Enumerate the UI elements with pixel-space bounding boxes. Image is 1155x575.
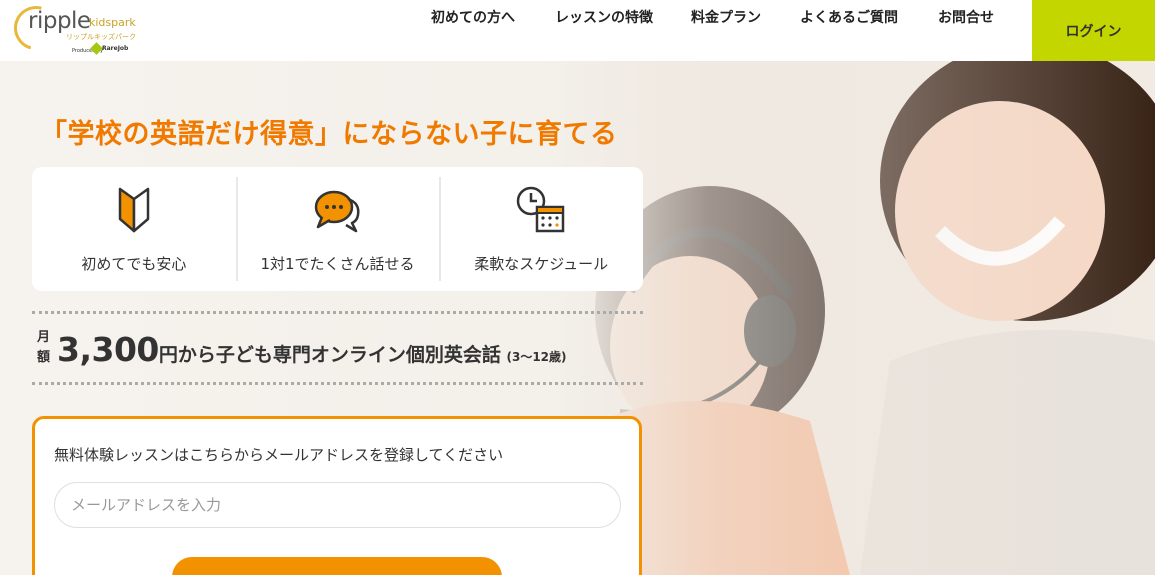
logo-main-text: ripple — [28, 8, 91, 34]
feature-cards: 初めてでも安心 1対1でたくさん話せる 柔軟なスケジュール — [32, 167, 643, 291]
price-age: (3〜12歳) — [506, 350, 567, 364]
feature-flexible-schedule: 柔軟なスケジュール — [439, 167, 643, 291]
price-line: 3,300円から子ども専門オンライン個別英会話 (3〜12歳) — [57, 330, 567, 369]
nav-lesson-features[interactable]: レッスンの特徴 — [555, 0, 655, 28]
feature-label: 柔軟なスケジュール — [474, 255, 609, 273]
feature-label: 初めてでも安心 — [81, 255, 187, 273]
price-amount: 3,300 — [57, 330, 159, 369]
beginner-mark-icon — [118, 187, 150, 233]
ripple-kidspark-logo[interactable]: ripple kidspark リップルキッズパーク Produced by R… — [5, 0, 142, 59]
form-title: 無料体験レッスンはこちらからメールアドレスを登録してください — [54, 446, 504, 464]
login-button[interactable]: ログイン — [1032, 0, 1155, 61]
site-header: ripple kidspark リップルキッズパーク Produced by R… — [0, 0, 1155, 61]
feature-one-on-one: 1対1でたくさん話せる — [235, 167, 440, 291]
nav-faq[interactable]: よくあるご質問 — [800, 0, 900, 28]
logo-kana-text: リップルキッズパーク — [66, 33, 136, 41]
feature-beginner: 初めてでも安心 — [32, 167, 236, 291]
hero-photo — [560, 61, 1155, 575]
logo-sub-text: kidspark — [89, 16, 136, 29]
logo-company: RareJob — [102, 45, 129, 52]
nav-pricing[interactable]: 料金プラン — [691, 0, 761, 28]
email-field[interactable] — [54, 482, 621, 528]
hero-headline: 「学校の英語だけ得意」にならない子に育てる — [40, 119, 618, 150]
price-yen: 円 — [158, 344, 178, 366]
price-text: から子ども専門オンライン個別英会話 — [177, 344, 501, 366]
chat-bubbles-icon — [314, 190, 360, 233]
feature-label: 1対1でたくさん話せる — [260, 255, 415, 273]
clock-calendar-icon — [516, 186, 565, 233]
price-band: 月額 3,300円から子ども専門オンライン個別英会話 (3〜12歳) — [32, 311, 643, 385]
submit-button[interactable] — [172, 557, 502, 575]
nav-first-time[interactable]: 初めての方へ — [431, 0, 521, 28]
nav-contact[interactable]: お問合せ — [938, 0, 998, 28]
trial-signup-form: 無料体験レッスンはこちらからメールアドレスを登録してください — [32, 416, 642, 575]
price-month-label: 月額 — [37, 330, 51, 365]
